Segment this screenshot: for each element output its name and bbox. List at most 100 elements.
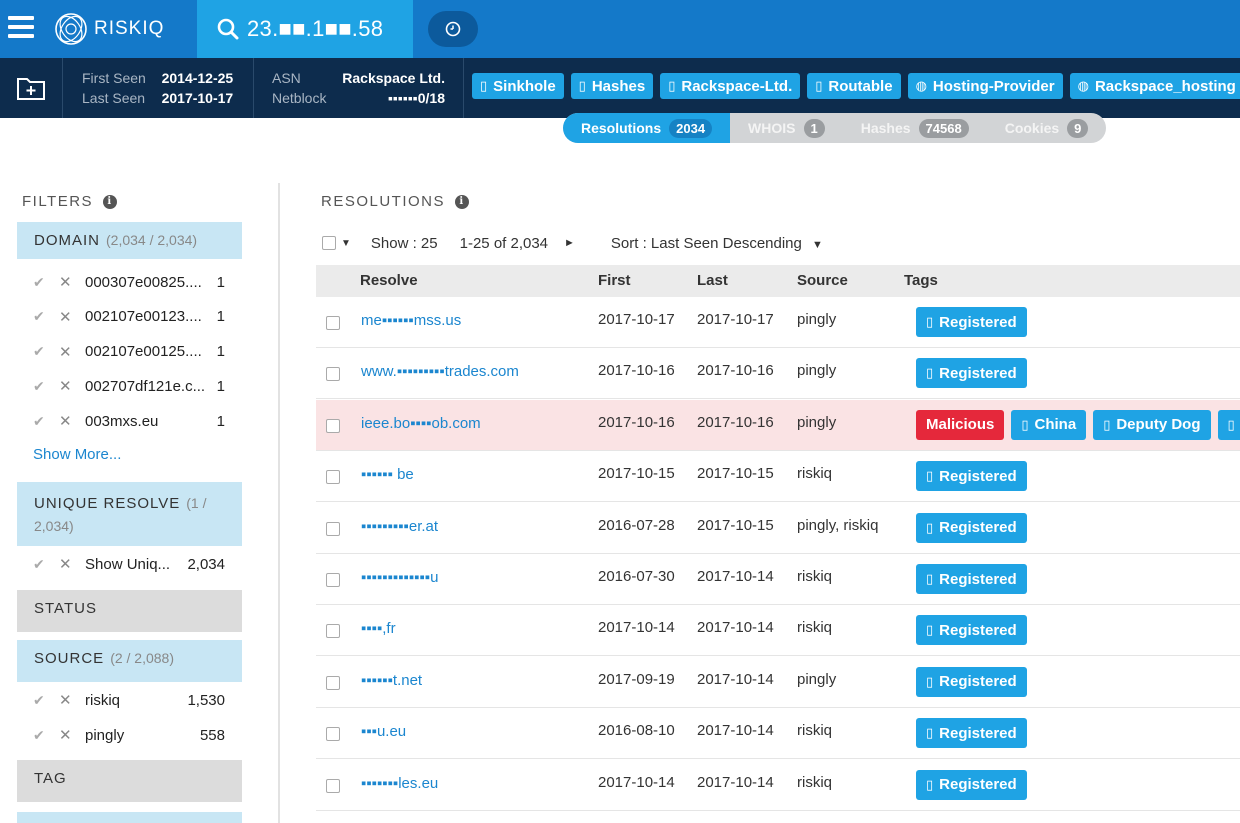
row-checkbox[interactable] xyxy=(326,470,340,485)
host-tag[interactable]: ◍ Hosting-Provider xyxy=(907,73,1063,99)
netblock-value[interactable]: ▪▪▪▪▪▪0/18 xyxy=(341,90,445,106)
resolve-link[interactable]: ▪▪▪▪,fr xyxy=(361,620,396,637)
logo[interactable]: RISKIQ xyxy=(54,12,164,46)
row-tag[interactable]: ▯ Registered xyxy=(916,666,1027,697)
row-checkbox[interactable] xyxy=(326,367,340,382)
select-dropdown-icon[interactable]: ▼ xyxy=(341,238,351,249)
row-tags: ▯ Registered xyxy=(916,769,1027,800)
exclude-x-icon[interactable]: ✕ xyxy=(59,555,73,573)
resolve-link[interactable]: ▪▪▪▪▪▪▪▪▪▪▪▪▪u xyxy=(361,569,438,586)
include-check-icon[interactable]: ✔ xyxy=(33,692,47,709)
col-resolve[interactable]: Resolve xyxy=(360,272,418,289)
show-more-link[interactable]: Show More... xyxy=(33,446,121,463)
row-tag[interactable]: ▯ Registered xyxy=(916,358,1027,389)
next-page-icon[interactable]: ► xyxy=(564,237,575,249)
last-seen-cell: 2017-10-14 xyxy=(697,619,774,637)
tab-hashes[interactable]: Hashes 74568 xyxy=(843,113,987,143)
row-checkbox[interactable] xyxy=(326,316,340,330)
resolve-link[interactable]: ▪▪▪▪▪▪t.net xyxy=(361,672,422,689)
filter-item-name: 003mxs.eu xyxy=(85,412,159,430)
next-filter-header[interactable] xyxy=(17,812,242,823)
info-icon[interactable]: i xyxy=(103,194,118,209)
resolve-link[interactable]: ▪▪▪▪▪▪▪les.eu xyxy=(361,775,438,792)
exclude-x-icon[interactable]: ✕ xyxy=(59,726,73,744)
row-tag[interactable]: Malicious xyxy=(916,409,1005,440)
row-tag[interactable]: ▯ Deputy Dog xyxy=(1093,409,1211,440)
exclude-x-icon[interactable]: ✕ xyxy=(59,691,73,709)
row-checkbox[interactable] xyxy=(326,675,340,690)
include-check-icon[interactable]: ✔ xyxy=(33,308,47,325)
resolve-link[interactable]: ▪▪▪▪▪▪ be xyxy=(361,466,414,483)
building-icon: ▯ xyxy=(578,78,586,93)
filter-unique-header[interactable]: UNIQUE RESOLVE (1 / 2,034) xyxy=(17,482,242,546)
history-button[interactable] xyxy=(428,11,478,47)
tab-resolutions[interactable]: Resolutions 2034 xyxy=(563,113,731,143)
include-check-icon[interactable]: ✔ xyxy=(33,556,47,573)
row-tag[interactable]: ▯ Registered xyxy=(916,564,1027,594)
search-input[interactable]: 23.■■.1■■.58 xyxy=(197,0,413,58)
brand-name: RISKIQ xyxy=(94,18,165,39)
exclude-x-icon[interactable]: ✕ xyxy=(59,377,73,395)
host-tag[interactable]: ▯ Rackspace-Ltd. xyxy=(660,73,801,99)
add-to-project-button[interactable] xyxy=(0,58,63,118)
col-source[interactable]: Source xyxy=(797,272,848,289)
page-size-selector[interactable]: Show : 25 xyxy=(371,235,438,252)
tab-whois[interactable]: WHOIS 1 xyxy=(730,113,843,143)
resolve-link[interactable]: www.▪▪▪▪▪▪▪▪▪trades.com xyxy=(361,363,519,380)
info-icon[interactable]: i xyxy=(455,194,470,209)
row-tag[interactable]: ▯ Registered xyxy=(916,461,1027,492)
row-tag-label: Registered xyxy=(939,724,1017,742)
row-tag[interactable]: ▯ xyxy=(1217,409,1240,440)
host-tag[interactable]: ▯ Routable xyxy=(807,73,901,99)
resolve-link[interactable]: me▪▪▪▪▪▪mss.us xyxy=(361,312,461,329)
row-tags: ▯ Registered xyxy=(916,666,1027,697)
building-icon: ▯ xyxy=(926,725,934,741)
asn-value[interactable]: Rackspace Ltd. xyxy=(341,70,445,86)
row-checkbox[interactable] xyxy=(326,521,340,536)
include-check-icon[interactable]: ✔ xyxy=(33,378,47,395)
resolve-link[interactable]: ▪▪▪u.eu xyxy=(361,723,406,740)
row-tag[interactable]: ▯ Registered xyxy=(916,615,1027,646)
last-seen-cell: 2017-10-15 xyxy=(697,516,774,534)
exclude-x-icon[interactable]: ✕ xyxy=(59,412,73,430)
row-tag-label: Registered xyxy=(939,519,1017,537)
filter-tag-header[interactable]: TAG xyxy=(17,760,242,802)
filter-domain-header[interactable]: DOMAIN (2,034 / 2,034) xyxy=(17,222,242,259)
row-tag-label: Registered xyxy=(939,313,1017,331)
row-tag[interactable]: ▯ Registered xyxy=(916,718,1027,749)
include-check-icon[interactable]: ✔ xyxy=(33,343,47,360)
row-checkbox[interactable] xyxy=(326,778,340,793)
select-all-checkbox[interactable] xyxy=(322,236,336,250)
include-check-icon[interactable]: ✔ xyxy=(33,413,47,430)
row-checkbox[interactable] xyxy=(326,418,340,433)
col-last[interactable]: Last xyxy=(697,272,728,289)
row-tag[interactable]: ▯ Registered xyxy=(916,512,1027,543)
source-cell: riskiq xyxy=(797,465,833,483)
exclude-x-icon[interactable]: ✕ xyxy=(59,273,73,291)
host-tag[interactable]: ◍ Rackspace_hosting xyxy=(1069,73,1240,99)
resolve-link[interactable]: ▪▪▪▪▪▪▪▪▪er.at xyxy=(361,518,438,535)
exclude-x-icon[interactable]: ✕ xyxy=(59,343,73,361)
row-tag[interactable]: ▯ China xyxy=(1011,409,1087,440)
row-tag[interactable]: ▯ Registered xyxy=(916,769,1027,800)
include-check-icon[interactable]: ✔ xyxy=(33,727,47,744)
row-checkbox[interactable] xyxy=(326,573,340,587)
resolve-link[interactable]: ieee.bo▪▪▪▪ob.com xyxy=(361,415,481,432)
tab-cookies[interactable]: Cookies 9 xyxy=(987,113,1107,143)
row-checkbox[interactable] xyxy=(326,727,340,742)
col-first[interactable]: First xyxy=(598,272,631,289)
filter-status-label: STATUS xyxy=(34,600,97,617)
row-checkbox[interactable] xyxy=(326,624,340,639)
row-tag[interactable]: ▯ Registered xyxy=(916,307,1027,337)
sort-selector[interactable]: Sort : Last Seen Descending ▼ xyxy=(611,235,823,252)
building-icon: ▯ xyxy=(480,78,488,93)
table-row: ▪▪▪▪▪▪▪les.eu 2017-10-14 2017-10-14 riskiq ▯… xyxy=(316,760,1240,811)
filter-status-header[interactable]: STATUS xyxy=(17,590,242,632)
host-tag[interactable]: ▯ Sinkhole xyxy=(472,73,564,99)
exclude-x-icon[interactable]: ✕ xyxy=(59,308,73,326)
host-tag[interactable]: ▯ Hashes xyxy=(570,73,654,99)
row-tags: ▯ Registered xyxy=(916,718,1027,749)
include-check-icon[interactable]: ✔ xyxy=(33,274,47,291)
menu-icon[interactable] xyxy=(8,16,34,40)
filter-source-header[interactable]: SOURCE (2 / 2,088) xyxy=(17,640,242,682)
